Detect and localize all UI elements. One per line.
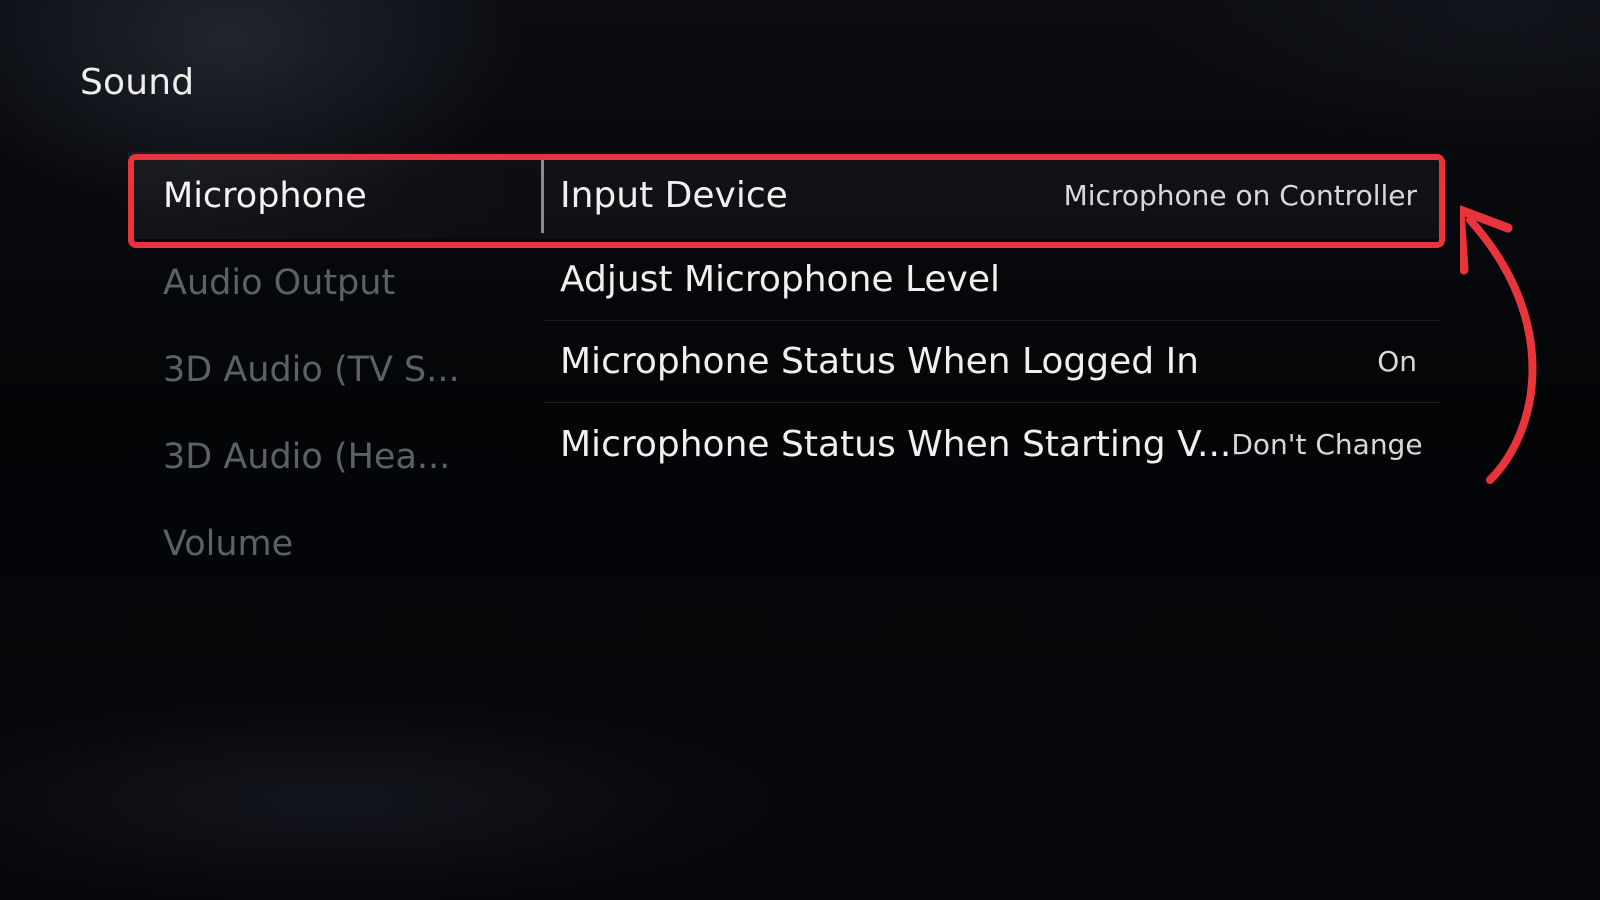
setting-value: Microphone on Controller [1063, 179, 1417, 212]
sidebar-item-volume[interactable]: Volume [128, 500, 543, 587]
setting-mic-status-logged-in[interactable]: Microphone Status When Logged In On [543, 321, 1440, 403]
setting-label: Adjust Microphone Level [560, 259, 1000, 300]
sidebar-item-audio-output[interactable]: Audio Output [128, 239, 543, 326]
settings-list: Input Device Microphone on Controller Ad… [543, 152, 1440, 485]
setting-adjust-microphone-level[interactable]: Adjust Microphone Level [543, 239, 1440, 321]
setting-label: Input Device [560, 175, 788, 216]
curved-arrow-icon [1460, 205, 1537, 484]
page-title: Sound [80, 62, 195, 103]
setting-value: On [1377, 345, 1417, 378]
setting-input-device[interactable]: Input Device Microphone on Controller [543, 152, 1440, 239]
focus-divider [541, 160, 544, 233]
setting-label: Microphone Status When Logged In [560, 341, 1199, 382]
sidebar-item-microphone[interactable]: Microphone [128, 152, 543, 239]
setting-value: Don't Change [1231, 427, 1423, 461]
sidebar-item-3d-audio-tv[interactable]: 3D Audio (TV S... [128, 326, 543, 413]
setting-label: Microphone Status When Starting V... [560, 423, 1232, 465]
setting-mic-status-starting[interactable]: Microphone Status When Starting V... Don… [543, 403, 1440, 485]
sidebar-item-3d-audio-headphones[interactable]: 3D Audio (Hea... [128, 413, 543, 500]
sidebar-nav: Microphone Audio Output 3D Audio (TV S..… [128, 152, 543, 587]
